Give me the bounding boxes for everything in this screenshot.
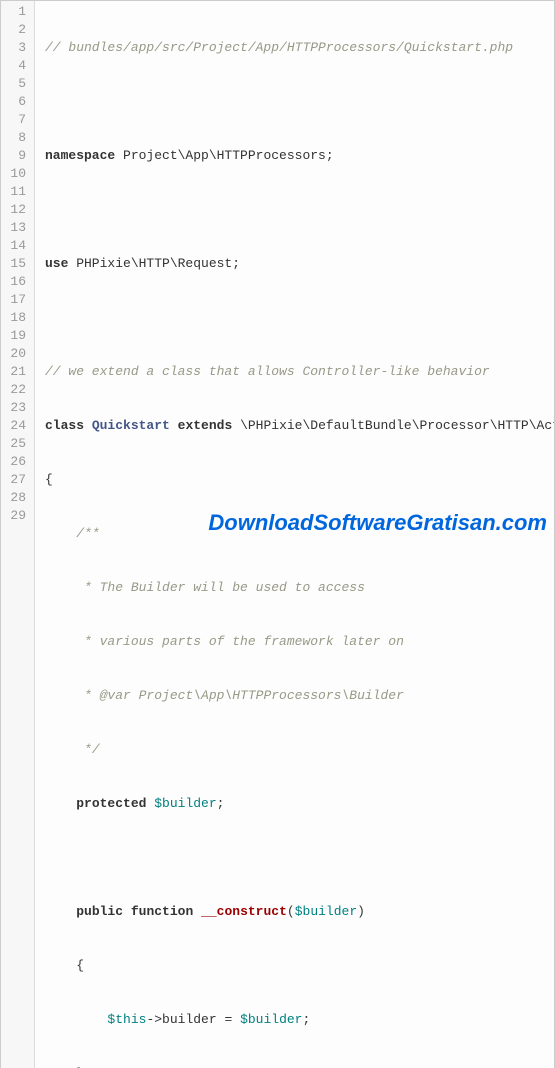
indent <box>45 1066 76 1068</box>
code-line: { <box>45 471 554 489</box>
keyword: class <box>45 418 84 433</box>
line-number: 2 <box>5 21 26 39</box>
code-line: $this->builder = $builder; <box>45 1011 554 1029</box>
variable: $builder <box>154 796 216 811</box>
code-line: * various parts of the framework later o… <box>45 633 554 651</box>
code-line: * The Builder will be used to access <box>45 579 554 597</box>
indent <box>45 796 76 811</box>
line-number: 10 <box>5 165 26 183</box>
code-line: // bundles/app/src/Project/App/HTTPProce… <box>45 39 554 57</box>
code-line: } <box>45 1065 554 1068</box>
line-number-gutter: 1 2 3 4 5 6 7 8 9 10 11 12 13 14 15 16 1… <box>1 1 35 1068</box>
keyword: function <box>131 904 193 919</box>
code-line: use PHPixie\HTTP\Request; <box>45 255 554 273</box>
line-number: 26 <box>5 453 26 471</box>
code-line: */ <box>45 741 554 759</box>
line-number: 20 <box>5 345 26 363</box>
line-number: 18 <box>5 309 26 327</box>
keyword: namespace <box>45 148 115 163</box>
code-line: // we extend a class that allows Control… <box>45 363 554 381</box>
line-number: 24 <box>5 417 26 435</box>
class-name: Quickstart <box>92 418 170 433</box>
code-line: /** <box>45 525 554 543</box>
indent <box>45 580 76 595</box>
line-number: 7 <box>5 111 26 129</box>
line-number: 29 <box>5 507 26 525</box>
brace: } <box>76 1066 84 1068</box>
property: builder <box>162 1012 217 1027</box>
line-number: 6 <box>5 93 26 111</box>
keyword: public <box>76 904 123 919</box>
comment: // bundles/app/src/Project/App/HTTPProce… <box>45 40 513 55</box>
indent <box>45 688 76 703</box>
line-number: 9 <box>5 147 26 165</box>
code-line <box>45 309 554 327</box>
function-name: __construct <box>201 904 287 919</box>
line-number: 19 <box>5 327 26 345</box>
indent <box>45 634 76 649</box>
code-area: // bundles/app/src/Project/App/HTTPProce… <box>35 1 554 1068</box>
code-line <box>45 849 554 867</box>
variable: $builder <box>240 1012 302 1027</box>
extends-path: \PHPixie\DefaultBundle\Processor\HTTP\Ac… <box>232 418 554 433</box>
line-number: 13 <box>5 219 26 237</box>
code-line: protected $builder; <box>45 795 554 813</box>
code-line: { <box>45 957 554 975</box>
variable: $builder <box>295 904 357 919</box>
keyword: extends <box>178 418 233 433</box>
keyword: use <box>45 256 68 271</box>
doc-comment: * The Builder will be used to access <box>76 580 365 595</box>
code-line: * @var Project\App\HTTPProcessors\Builde… <box>45 687 554 705</box>
equals: = <box>217 1012 240 1027</box>
semicolon: ; <box>302 1012 310 1027</box>
line-number: 1 <box>5 3 26 21</box>
doc-comment: */ <box>76 742 99 757</box>
code-line: class Quickstart extends \PHPixie\Defaul… <box>45 417 554 435</box>
semicolon: ; <box>217 796 225 811</box>
indent <box>45 904 76 919</box>
code-line: public function __construct($builder) <box>45 903 554 921</box>
line-number: 22 <box>5 381 26 399</box>
paren: ) <box>357 904 365 919</box>
comment: // we extend a class that allows Control… <box>45 364 490 379</box>
code-editor: 1 2 3 4 5 6 7 8 9 10 11 12 13 14 15 16 1… <box>0 0 555 1068</box>
line-number: 11 <box>5 183 26 201</box>
keyword: protected <box>76 796 146 811</box>
doc-comment: * @var Project\App\HTTPProcessors\Builde… <box>76 688 404 703</box>
line-number: 3 <box>5 39 26 57</box>
line-number: 16 <box>5 273 26 291</box>
line-number: 25 <box>5 435 26 453</box>
line-number: 28 <box>5 489 26 507</box>
code-line <box>45 93 554 111</box>
line-number: 4 <box>5 57 26 75</box>
indent <box>45 1012 107 1027</box>
line-number: 8 <box>5 129 26 147</box>
line-number: 21 <box>5 363 26 381</box>
line-number: 23 <box>5 399 26 417</box>
paren: ( <box>287 904 295 919</box>
brace: { <box>45 472 53 487</box>
line-number: 17 <box>5 291 26 309</box>
arrow: -> <box>146 1012 162 1027</box>
line-number: 14 <box>5 237 26 255</box>
brace: { <box>76 958 84 973</box>
code-line <box>45 201 554 219</box>
variable: $this <box>107 1012 146 1027</box>
line-number: 12 <box>5 201 26 219</box>
use-path: PHPixie\HTTP\Request; <box>68 256 240 271</box>
indent <box>45 742 76 757</box>
indent <box>45 958 76 973</box>
line-number: 5 <box>5 75 26 93</box>
doc-comment: * various parts of the framework later o… <box>76 634 404 649</box>
line-number: 27 <box>5 471 26 489</box>
code-line: namespace Project\App\HTTPProcessors; <box>45 147 554 165</box>
line-number: 15 <box>5 255 26 273</box>
namespace-path: Project\App\HTTPProcessors; <box>115 148 333 163</box>
